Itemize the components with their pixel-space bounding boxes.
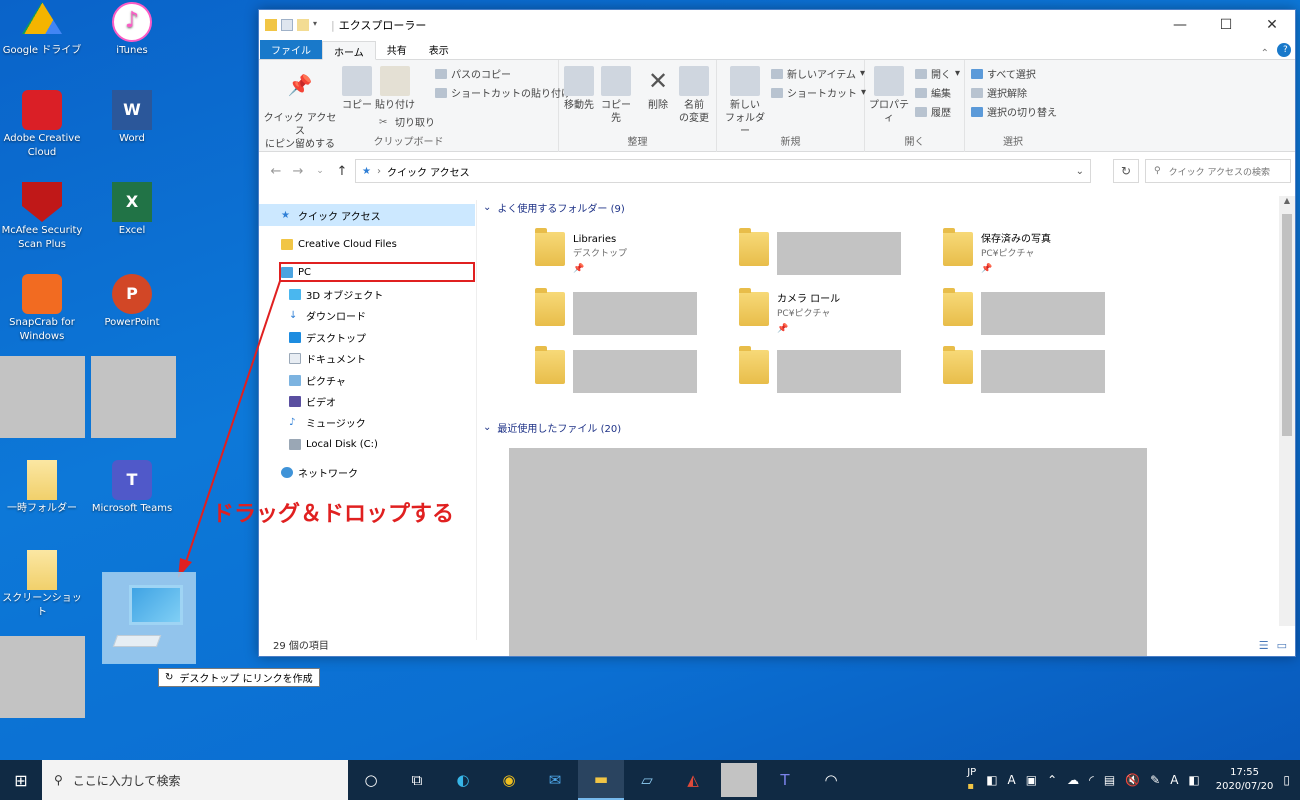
tray-app-icon[interactable]: ▣ — [1026, 773, 1037, 787]
dragged-pc-icon[interactable] — [102, 572, 196, 664]
wifi-icon[interactable]: ◜ — [1089, 773, 1094, 787]
start-button[interactable]: ⊞ — [0, 760, 42, 800]
pc-keyboard-icon — [112, 635, 162, 647]
teams-taskbar-button[interactable]: T — [762, 760, 808, 800]
show-hidden-icons-chevron-icon[interactable]: ⌃ — [1047, 773, 1057, 787]
volume-muted-icon[interactable]: 🔇 — [1125, 773, 1140, 787]
task-view-icon: ⧉ — [411, 771, 423, 789]
link-arrow-icon: ↻ — [165, 672, 174, 683]
drag-tooltip: ↻ デスクトップ にリンクを作成 — [158, 668, 320, 687]
system-tray: JP ▪ ◧ A ▣ ⌃ ☁ ◜ ▤ 🔇 ✎ A ◧ 17:55 2020/07… — [967, 760, 1300, 800]
edge-taskbar-button[interactable]: ◐ — [440, 760, 486, 800]
notepad-icon: ▱ — [641, 771, 653, 789]
cortana-button[interactable]: ○ — [348, 760, 394, 800]
taskbar-search-placeholder: ここに入力して検索 — [72, 773, 181, 788]
ime-mode[interactable]: A — [1008, 773, 1016, 787]
windows-logo-icon: ⊞ — [14, 770, 28, 790]
teams-icon: T — [780, 771, 790, 789]
onedrive-cloud-icon[interactable]: ☁ — [1067, 773, 1079, 787]
gallery-icon: ◭ — [687, 771, 699, 789]
file-explorer-taskbar-button[interactable]: ▬ — [578, 760, 624, 800]
ime-icon[interactable]: ◧ — [1188, 773, 1199, 787]
task-view-button[interactable]: ⧉ — [394, 760, 440, 800]
chrome-taskbar-button[interactable]: ◉ — [486, 760, 532, 800]
drag-instruction-label: ドラッグ＆ドロップする — [212, 502, 455, 527]
edge-icon: ◐ — [456, 771, 470, 789]
clock[interactable]: 17:55 2020/07/20 — [1216, 766, 1274, 794]
clock-time: 17:55 — [1230, 767, 1259, 778]
clock-date: 2020/07/20 — [1215, 781, 1274, 792]
chrome-icon: ◉ — [502, 771, 516, 789]
cortana-circle-icon: ○ — [364, 771, 378, 789]
mail-taskbar-button[interactable]: ✉ — [532, 760, 578, 800]
tray-app-icon[interactable]: ▤ — [1104, 773, 1115, 787]
pc-monitor-icon — [129, 585, 183, 625]
mail-icon: ✉ — [548, 771, 562, 789]
photos-icon: ◠ — [824, 771, 838, 789]
taskbar: ⊞ ⚲ ここに入力して検索 ○ ⧉ ◐ ◉ ✉ ▬ ▱ ◭ T ◠ JP ▪ ◧ … — [0, 760, 1300, 800]
ime-mode-icon[interactable]: ◧ — [986, 773, 997, 787]
notifications-icon[interactable]: ▯ — [1283, 773, 1290, 787]
app-taskbar-button[interactable]: ◭ — [670, 760, 716, 800]
pen-icon[interactable]: ✎ — [1150, 773, 1160, 787]
ime-language[interactable]: JP — [967, 766, 976, 780]
search-icon: ⚲ — [54, 773, 63, 787]
redacted-taskbar-button[interactable] — [716, 760, 762, 800]
ime-mode-a[interactable]: A — [1170, 773, 1178, 787]
photos-taskbar-button[interactable]: ◠ — [808, 760, 854, 800]
taskbar-search-input[interactable]: ⚲ ここに入力して検索 — [42, 760, 348, 800]
ime-extra-icon[interactable]: ▪ — [967, 780, 976, 794]
app-taskbar-button[interactable]: ▱ — [624, 760, 670, 800]
file-explorer-icon: ▬ — [593, 770, 609, 788]
